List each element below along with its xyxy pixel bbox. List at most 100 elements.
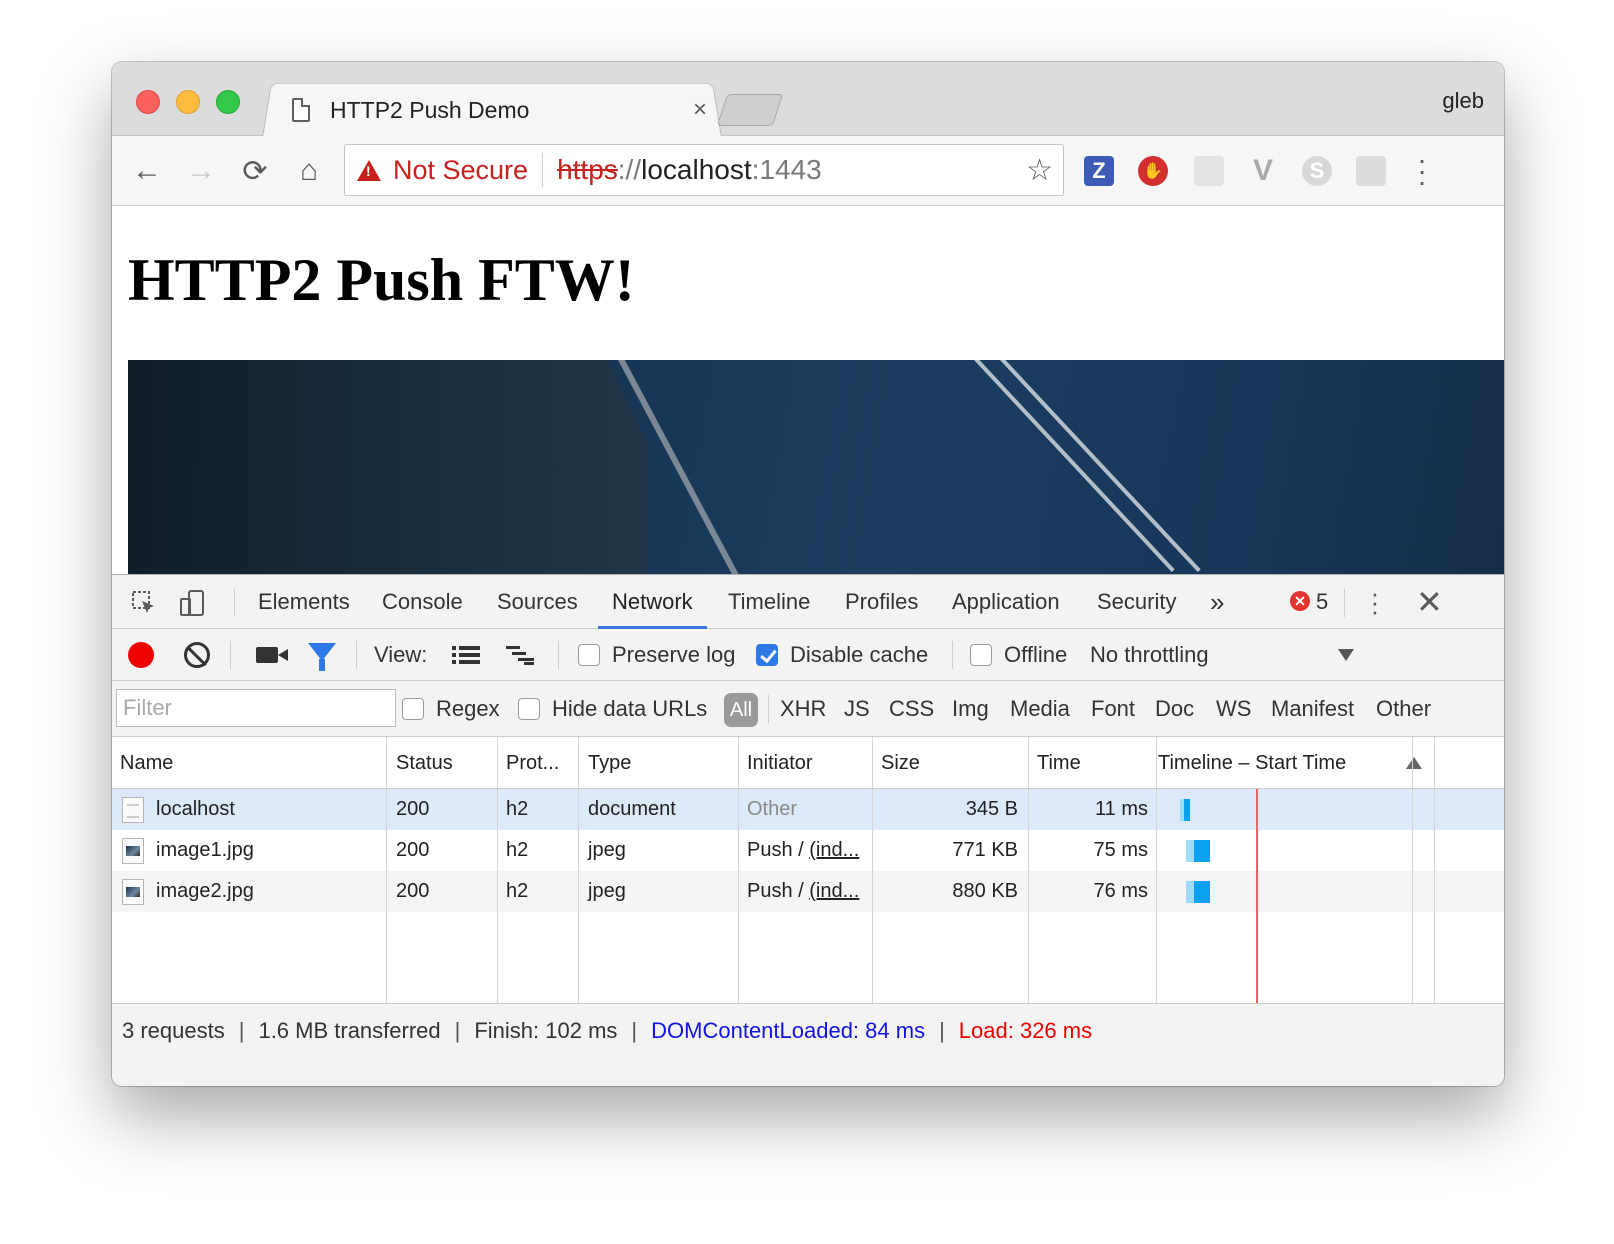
home-icon[interactable]: ⌂ [292,154,326,188]
summary-domcontentloaded: DOMContentLoaded: 84 ms [651,1018,926,1043]
tab-close-icon[interactable]: × [688,96,712,124]
column-divider[interactable] [738,737,739,1003]
filter-funnel-icon[interactable] [308,643,336,671]
filter-type-doc[interactable]: Doc [1155,681,1194,737]
devtools-close-icon[interactable]: ✕ [1416,583,1443,621]
tab-application[interactable]: Application [952,575,1060,629]
initiator-link[interactable]: (ind... [809,880,859,902]
clear-button[interactable] [184,642,210,668]
column-header-initiator[interactable]: Initiator [747,737,813,789]
device-mode-icon[interactable] [178,589,206,617]
request-name[interactable]: localhost [156,789,235,830]
column-header-status[interactable]: Status [396,737,453,789]
table-row[interactable]: localhost 200 h2 document Other 345 B 11… [112,789,1504,830]
table-row[interactable]: image2.jpg 200 h2 jpeg Push / (ind... 88… [112,871,1504,912]
filter-type-js[interactable]: JS [844,681,870,737]
filter-type-font[interactable]: Font [1091,681,1135,737]
tab-timeline[interactable]: Timeline [728,575,810,629]
profile-name[interactable]: gleb [1442,88,1484,114]
filter-type-img[interactable]: Img [952,681,989,737]
overview-waterfall-icon[interactable] [506,645,534,665]
filter-type-css[interactable]: CSS [889,681,934,737]
zoom-window-button[interactable] [216,90,240,114]
capture-screenshots-icon[interactable] [256,647,288,663]
filter-type-xhr[interactable]: XHR [780,681,826,737]
reload-icon[interactable]: ⟳ [238,154,272,188]
disable-cache-checkbox[interactable] [756,644,778,666]
tab-profiles[interactable]: Profiles [845,575,918,629]
filter-input[interactable] [116,689,396,727]
preserve-log-label[interactable]: Preserve log [612,629,736,681]
back-arrow-icon[interactable]: ← [130,154,164,188]
table-row[interactable]: image1.jpg 200 h2 jpeg Push / (ind... 77… [112,830,1504,871]
column-divider[interactable] [1434,737,1435,1003]
column-header-protocol[interactable]: Prot... [506,737,559,789]
request-size: 345 B [965,798,1018,820]
minimize-window-button[interactable] [176,90,200,114]
inspect-element-icon[interactable] [130,589,158,617]
request-time: 76 ms [1093,880,1148,902]
security-indicator[interactable]: Not Secure [393,155,528,186]
cast-extension-icon[interactable] [1194,156,1224,186]
tab-elements[interactable]: Elements [258,575,350,629]
filter-type-other[interactable]: Other [1376,681,1431,737]
active-tab-content[interactable]: HTTP2 Push Demo × [292,84,712,136]
offline-checkbox[interactable] [970,644,992,666]
tab-console[interactable]: Console [382,575,463,629]
request-name[interactable]: image2.jpg [156,871,254,912]
forward-arrow-icon[interactable]: → [184,154,218,188]
column-divider[interactable] [386,737,387,1003]
hide-data-urls-checkbox[interactable] [518,698,540,720]
adblock-extension-icon[interactable]: ✋ [1138,156,1168,186]
filter-type-ws[interactable]: WS [1216,681,1251,737]
browser-menu-icon[interactable]: · · · [1412,146,1432,196]
initiator-link[interactable]: (ind... [809,839,859,861]
request-name[interactable]: image1.jpg [156,830,254,871]
filter-type-media[interactable]: Media [1010,681,1070,737]
regex-label[interactable]: Regex [436,681,500,737]
filter-type-all[interactable]: All [724,693,758,727]
new-tab-button[interactable] [716,94,784,126]
tab-security[interactable]: Security [1097,575,1176,629]
warning-icon[interactable] [357,159,381,181]
filter-type-manifest[interactable]: Manifest [1271,681,1354,737]
throttling-select[interactable]: No throttling [1090,629,1209,681]
column-divider[interactable] [1412,737,1413,1003]
regex-checkbox[interactable] [402,698,424,720]
load-event-marker [1256,789,1258,1003]
column-divider[interactable] [578,737,579,1003]
skype-extension-icon[interactable]: S [1302,156,1332,186]
generic-extension-icon[interactable] [1356,156,1386,186]
column-header-name[interactable]: Name [120,737,173,789]
address-bar[interactable]: Not Secure https://localhost:1443 ☆ [344,144,1064,196]
column-divider[interactable] [1028,737,1029,1003]
tab-network[interactable]: Network [598,575,707,629]
column-header-size[interactable]: Size [881,737,920,789]
close-window-button[interactable] [136,90,160,114]
title-bar: HTTP2 Push Demo × gleb [112,62,1504,138]
more-tabs-chevron-icon[interactable]: » [1210,575,1224,629]
column-divider[interactable] [497,737,498,1003]
column-header-timeline[interactable]: Timeline – Start Time [1158,737,1346,789]
devtools-menu-icon[interactable]: · · · [1370,580,1380,624]
zotero-extension-icon[interactable]: Z [1084,156,1114,186]
preserve-log-checkbox[interactable] [578,644,600,666]
error-count[interactable]: 5 [1316,575,1328,629]
disable-cache-label[interactable]: Disable cache [790,629,928,681]
toolbar-divider [356,641,357,669]
column-divider[interactable] [1156,737,1157,1003]
tab-sources[interactable]: Sources [497,575,578,629]
column-header-type[interactable]: Type [588,737,631,789]
bookmark-star-icon[interactable]: ☆ [1026,153,1053,188]
large-rows-icon[interactable] [452,645,480,665]
hide-data-urls-label[interactable]: Hide data URLs [552,681,707,737]
vue-devtools-extension-icon[interactable]: V [1248,154,1278,187]
chevron-down-icon[interactable] [1338,649,1354,661]
offline-label[interactable]: Offline [1004,629,1067,681]
image-wire-stripe [1000,360,1201,573]
column-header-time[interactable]: Time [1037,737,1081,789]
record-button[interactable] [128,642,154,668]
column-divider[interactable] [872,737,873,1003]
error-icon[interactable]: ✕ [1290,591,1310,611]
sort-ascending-icon[interactable] [1406,757,1422,769]
